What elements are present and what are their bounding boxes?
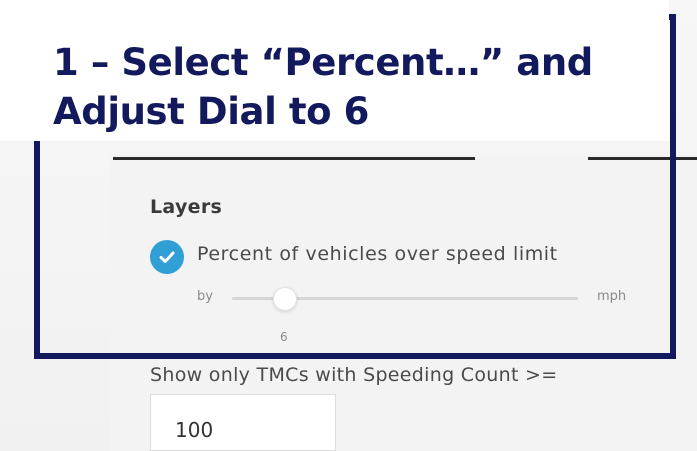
instruction-line-2: Adjust Dial to 6 [53, 90, 369, 133]
speeding-count-filter-label: Show only TMCs with Speeding Count >= [150, 364, 558, 386]
instruction-line-1: 1 – Select “Percent…” and [53, 41, 593, 84]
instruction-callout: 1 – Select “Percent…” and Adjust Dial to… [0, 0, 669, 141]
speeding-count-input[interactable] [150, 394, 336, 451]
instruction-text: 1 – Select “Percent…” and Adjust Dial to… [53, 38, 663, 136]
